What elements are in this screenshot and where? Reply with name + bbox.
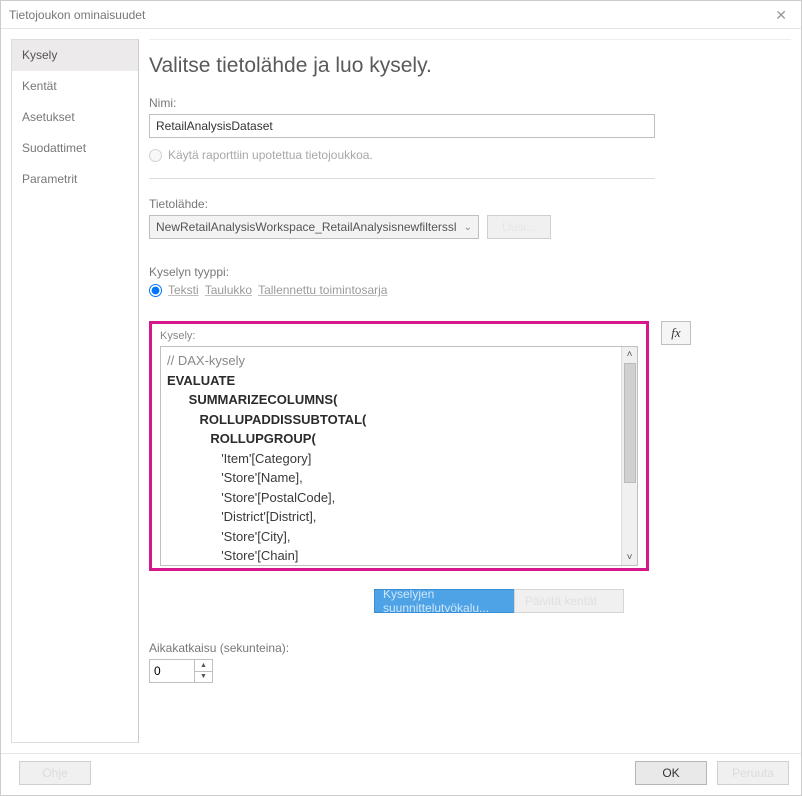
query-textarea[interactable]: // DAX-kysely EVALUATE SUMMARIZECOLUMNS(… [160, 346, 638, 566]
refresh-fields-button[interactable]: Päivitä kentät [514, 589, 624, 613]
datasource-row: NewRetailAnalysisWorkspace_RetailAnalysi… [149, 215, 787, 239]
name-section: Nimi: [149, 96, 787, 138]
q-line: 'Store'[Name], [221, 470, 303, 485]
q-line: 'Item'[Category] [221, 451, 311, 466]
fx-icon: fx [671, 325, 680, 341]
dialog-body: Kysely Kentät Asetukset Suodattimet Para… [1, 29, 801, 753]
query-designer-button[interactable]: Kyselyjen suunnittelutyökalu... [374, 589, 532, 613]
q-line: 'Store'[Chain] [221, 548, 298, 563]
sidebar-item-label: Suodattimet [22, 141, 86, 155]
q-line: 'District'[District], [221, 509, 316, 524]
querytype-section: Kyselyn tyyppi: Teksti Taulukko Tallenne… [149, 265, 787, 297]
scrollbar-vertical[interactable]: ˄ ˅ [621, 347, 637, 565]
datasource-section: Tietolähde: NewRetailAnalysisWorkspace_R… [149, 197, 787, 239]
timeout-label: Aikakatkaisu (sekunteina): [149, 641, 787, 655]
embedded-dataset-row: Käytä raporttiin upotettua tietojoukkoa. [149, 148, 787, 162]
q-line: 'Store'[City], [221, 529, 290, 544]
scroll-thumb[interactable] [624, 363, 636, 483]
fx-button[interactable]: fx [661, 321, 691, 345]
cancel-label: Peruuta [732, 766, 774, 780]
spinner-arrows: ▲ ▼ [194, 660, 212, 682]
querytype-text-label: Teksti [168, 283, 199, 297]
sidebar: Kysely Kentät Asetukset Suodattimet Para… [11, 39, 139, 743]
sidebar-item-label: Kysely [22, 48, 57, 62]
datasource-label: Tietolähde: [149, 197, 787, 211]
scroll-up-icon[interactable]: ˄ [627, 347, 633, 362]
query-comment: // DAX-kysely [167, 353, 245, 368]
querytype-sp-label: Tallennettu toimintosarja [258, 283, 387, 297]
querytype-label: Kyselyn tyyppi: [149, 265, 787, 279]
querytype-text-radio[interactable] [149, 284, 162, 297]
main-panel: Valitse tietolähde ja luo kysely. Nimi: … [149, 39, 791, 743]
datasource-value: NewRetailAnalysisWorkspace_RetailAnalysi… [156, 220, 460, 234]
sidebar-item-label: Asetukset [22, 110, 75, 124]
sidebar-item-kysely[interactable]: Kysely [12, 40, 138, 71]
dialog: Tietojoukon ominaisuudet ✕ Kysely Kentät… [0, 0, 802, 796]
sidebar-item-parametrit[interactable]: Parametrit [12, 164, 138, 195]
embedded-label: Käytä raporttiin upotettua tietojoukkoa. [168, 148, 373, 162]
sidebar-item-kentat[interactable]: Kentät [12, 71, 138, 102]
kw-evaluate: EVALUATE [167, 373, 235, 388]
help-button[interactable]: Ohje [19, 761, 91, 785]
querytype-row: Teksti Taulukko Tallennettu toimintosarj… [149, 283, 787, 297]
titlebar: Tietojoukon ominaisuudet ✕ [1, 1, 801, 29]
page-heading: Valitse tietolähde ja luo kysely. [149, 54, 787, 78]
dialog-footer: Ohje OK Peruuta [1, 753, 801, 795]
spin-down-icon[interactable]: ▼ [195, 672, 212, 683]
cancel-button[interactable]: Peruuta [717, 761, 789, 785]
query-action-buttons: Kyselyjen suunnittelutyökalu... Päivitä … [374, 589, 787, 613]
embedded-radio [149, 149, 162, 162]
query-section: Kysely: // DAX-kysely EVALUATE SUMMARIZE… [149, 321, 787, 571]
kw-rollupgroup: ROLLUPGROUP( [210, 431, 315, 446]
design-label: Kyselyjen suunnittelutyökalu... [383, 589, 523, 613]
close-icon[interactable]: ✕ [769, 6, 793, 24]
timeout-input[interactable] [150, 660, 194, 682]
kw-summarize: SUMMARIZECOLUMNS( [189, 392, 338, 407]
help-label: Ohje [42, 766, 67, 780]
sidebar-item-label: Kentät [22, 79, 57, 93]
query-text: // DAX-kysely EVALUATE SUMMARIZECOLUMNS(… [161, 347, 637, 566]
query-label: Kysely: [160, 330, 638, 342]
querytype-table-label: Taulukko [205, 283, 252, 297]
spin-up-icon[interactable]: ▲ [195, 660, 212, 672]
footer-right: OK Peruuta [635, 761, 789, 785]
sidebar-item-suodattimet[interactable]: Suodattimet [12, 133, 138, 164]
separator [149, 178, 655, 179]
sidebar-item-label: Parametrit [22, 172, 77, 186]
timeout-spinner[interactable]: ▲ ▼ [149, 659, 213, 683]
new-datasource-button[interactable]: Uusi... [487, 215, 551, 239]
q-line: 'Store'[PostalCode], [221, 490, 335, 505]
dialog-title: Tietojoukon ominaisuudet [9, 8, 145, 22]
ok-button[interactable]: OK [635, 761, 707, 785]
query-highlight-box: Kysely: // DAX-kysely EVALUATE SUMMARIZE… [149, 321, 649, 571]
name-label: Nimi: [149, 96, 787, 110]
chevron-down-icon: ⌄ [464, 222, 472, 233]
kw-rollupadd: ROLLUPADDISSUBTOTAL( [200, 412, 367, 427]
new-button-label: Uusi... [502, 220, 536, 234]
scroll-down-icon[interactable]: ˅ [627, 550, 633, 565]
datasource-select[interactable]: NewRetailAnalysisWorkspace_RetailAnalysi… [149, 215, 479, 239]
name-input[interactable] [149, 114, 655, 138]
timeout-section: Aikakatkaisu (sekunteina): ▲ ▼ [149, 641, 787, 683]
sidebar-item-asetukset[interactable]: Asetukset [12, 102, 138, 133]
ok-label: OK [662, 766, 679, 780]
refresh-label: Päivitä kentät [525, 594, 597, 608]
